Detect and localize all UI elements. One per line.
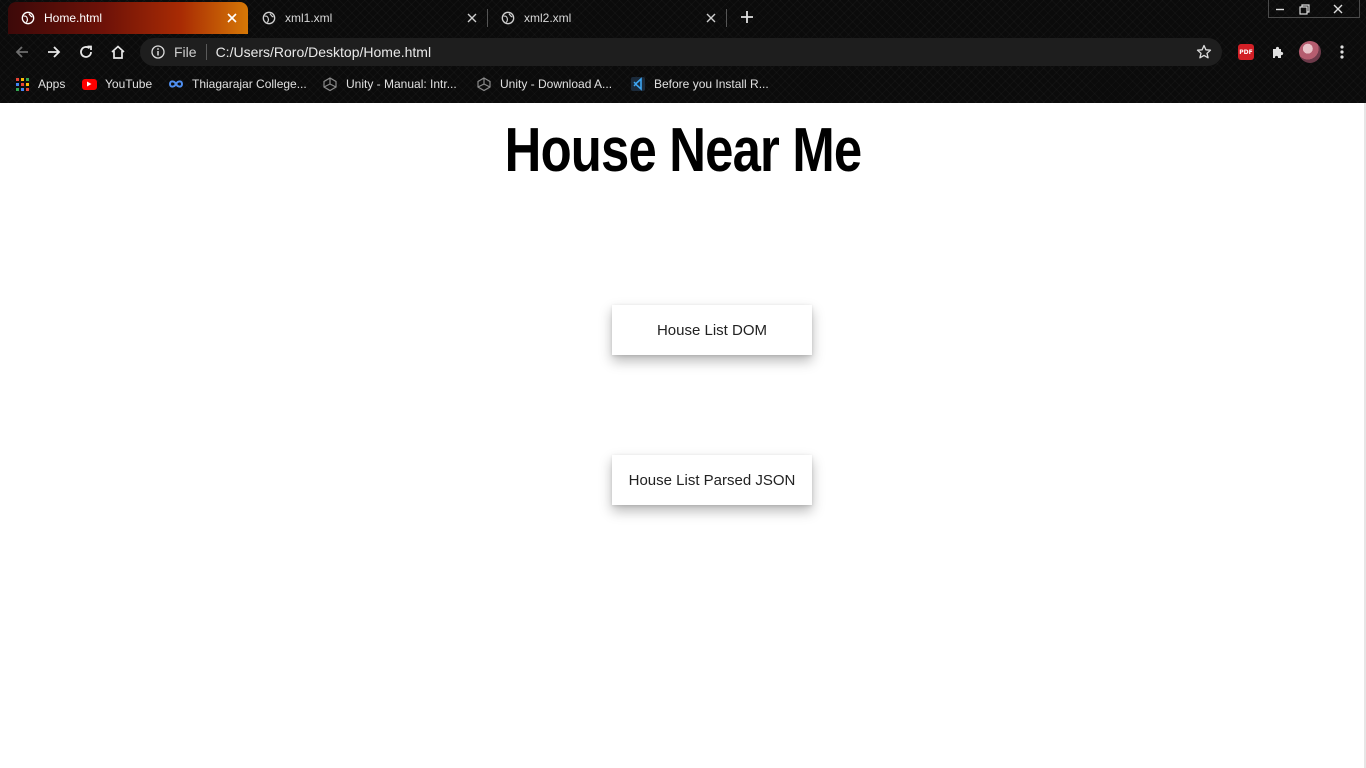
extensions-button[interactable] (1268, 42, 1288, 62)
pdf-extension-button[interactable]: PDF (1236, 42, 1256, 62)
star-icon[interactable] (1195, 43, 1213, 61)
bookmark-label: Before you Install R... (654, 77, 769, 91)
plus-icon (741, 11, 753, 23)
home-icon (111, 45, 125, 59)
restore-icon (1298, 3, 1310, 15)
browser-toolbar: File C:/Users/Roro/Desktop/Home.html PDF (0, 34, 1366, 70)
forward-button[interactable] (42, 40, 66, 64)
reload-icon (80, 45, 92, 58)
bookmark-thiagarajar-college[interactable]: Thiagarajar College... (168, 74, 307, 94)
avatar[interactable] (1299, 41, 1321, 63)
close-icon (1333, 4, 1343, 14)
page-title: House Near Me (504, 116, 862, 185)
minimize-button[interactable] (1268, 0, 1292, 18)
globe-icon (20, 10, 36, 26)
reload-button[interactable] (74, 40, 98, 64)
youtube-icon (81, 76, 97, 92)
home-button[interactable] (106, 40, 130, 64)
tab-title: xml1.xml (285, 11, 333, 25)
bookmark-label: Thiagarajar College... (192, 77, 307, 91)
close-icon[interactable] (464, 10, 480, 26)
address-divider (205, 44, 207, 60)
kebab-menu-icon (1340, 45, 1344, 59)
arrow-left-icon (15, 46, 28, 58)
unity-icon (476, 76, 492, 92)
page-content: House Near Me House List DOM House List … (0, 103, 1366, 768)
close-icon[interactable] (703, 10, 719, 26)
globe-icon (500, 10, 516, 26)
bookmark-unity-manual[interactable]: Unity - Manual: Intr... (322, 74, 457, 94)
bookmark-apps[interactable]: Apps (14, 74, 65, 94)
infinity-icon (168, 76, 184, 92)
bookmark-unity-download[interactable]: Unity - Download A... (476, 74, 612, 94)
tab-home[interactable]: Home.html (8, 2, 248, 34)
restore-button[interactable] (1292, 0, 1316, 18)
info-icon[interactable] (151, 45, 165, 59)
tab-title: Home.html (44, 11, 103, 25)
browser-chrome: Home.html xml1.xml xml2.xml File C:/User… (0, 0, 1366, 103)
bookmark-before-you-install[interactable]: Before you Install R... (630, 74, 769, 94)
close-icon[interactable] (224, 10, 240, 26)
address-url[interactable]: C:/Users/Roro/Desktop/Home.html (216, 44, 1195, 60)
tab-xml2[interactable]: xml2.xml (488, 2, 727, 34)
address-bar[interactable]: File C:/Users/Roro/Desktop/Home.html (140, 38, 1222, 66)
browser-menu-button[interactable] (1332, 42, 1352, 62)
unity-icon (322, 76, 338, 92)
tab-divider (726, 9, 727, 27)
house-list-parsed-json-button[interactable]: House List Parsed JSON (612, 455, 812, 505)
house-list-dom-button[interactable]: House List DOM (612, 305, 812, 355)
arrow-right-icon (48, 46, 61, 58)
back-button[interactable] (10, 40, 34, 64)
tab-title: xml2.xml (524, 11, 572, 25)
pdf-icon: PDF (1238, 44, 1254, 60)
minimize-icon (1276, 8, 1284, 11)
tab-xml1[interactable]: xml1.xml (249, 2, 488, 34)
bookmarks-bar: Apps YouTube Thiagarajar College... Unit… (0, 70, 1366, 98)
address-scheme-label: File (174, 44, 197, 60)
bookmark-youtube[interactable]: YouTube (81, 74, 152, 94)
apps-grid-icon (14, 76, 30, 92)
bookmark-label: YouTube (105, 77, 153, 91)
tab-strip: Home.html xml1.xml xml2.xml (0, 0, 1366, 34)
window-close-button[interactable] (1316, 0, 1360, 18)
globe-icon (261, 10, 277, 26)
puzzle-icon (1273, 46, 1284, 58)
new-tab-button[interactable] (737, 7, 757, 27)
bookmark-label: Apps (38, 77, 66, 91)
bookmark-label: Unity - Download A... (500, 77, 613, 91)
bookmark-label: Unity - Manual: Intr... (346, 77, 457, 91)
vscode-icon (630, 76, 646, 92)
